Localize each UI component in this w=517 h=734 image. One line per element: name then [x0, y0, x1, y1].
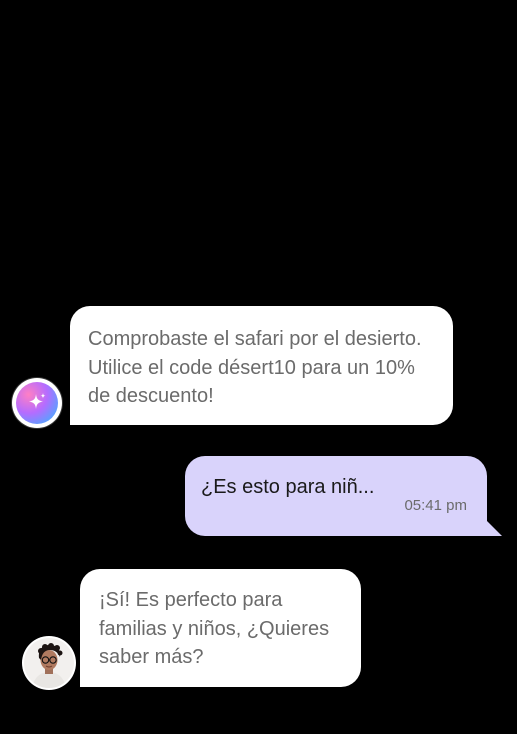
sparkle-icon — [16, 382, 58, 424]
message-text: ¡Sí! Es perfecto para familias y niños, … — [99, 589, 330, 668]
message-bubble-user: ¿Es esto para niñ... 05:41 pm — [185, 456, 502, 536]
message-bubble-assistant: Comprobaste el safari por el desierto. U… — [70, 306, 453, 425]
assistant-avatar — [12, 378, 62, 428]
message-text: Comprobaste el safari por el desierto. U… — [88, 328, 422, 407]
message-bubble-agent: ¡Sí! Es perfecto para familias y niños, … — [80, 569, 361, 687]
bubble-tail — [486, 520, 502, 536]
message-timestamp: 05:41 pm — [404, 496, 467, 514]
chat-thread: Comprobaste el safari por el desierto. U… — [0, 0, 517, 734]
person-avatar — [24, 638, 74, 688]
